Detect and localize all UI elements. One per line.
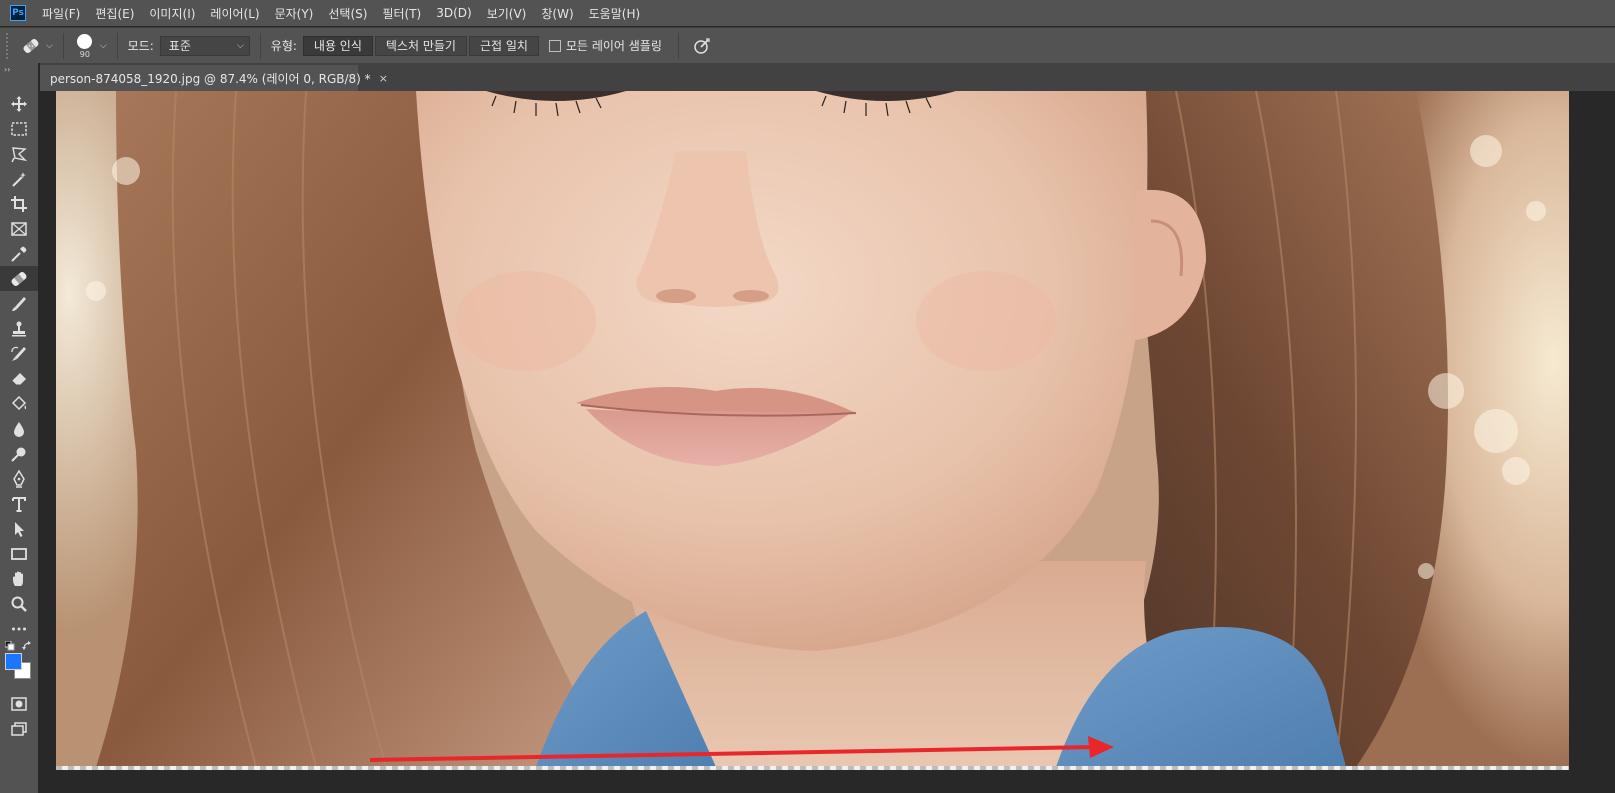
pen-tool-icon[interactable] <box>0 466 38 491</box>
clone-stamp-tool-icon[interactable] <box>0 316 38 341</box>
default-colors-icon[interactable] <box>5 641 15 651</box>
options-bar-grip[interactable] <box>6 32 10 59</box>
chevron-down-icon: ⌵ <box>99 40 107 51</box>
type-content-aware-button[interactable]: 내용 인식 <box>302 35 373 56</box>
quick-mask-icon[interactable] <box>0 691 38 716</box>
crop-tool-icon[interactable] <box>0 191 38 216</box>
divider <box>259 32 261 59</box>
menu-3d[interactable]: 3D(D) <box>436 6 471 20</box>
screen-mode-icon[interactable] <box>0 716 38 741</box>
menu-image[interactable]: 이미지(I) <box>149 5 195 22</box>
menu-help[interactable]: 도움말(H) <box>589 5 641 22</box>
marquee-tool-icon[interactable] <box>0 116 38 141</box>
canvas-transparency-strip <box>56 766 1569 770</box>
lasso-tool-icon[interactable] <box>0 141 38 166</box>
menu-layer[interactable]: 레이어(L) <box>210 5 259 22</box>
pressure-size-icon[interactable] <box>693 37 711 55</box>
eraser-tool-icon[interactable] <box>0 366 38 391</box>
document-tab-title: person-874058_1920.jpg @ 87.4% (레이어 0, R… <box>50 71 371 86</box>
menu-window[interactable]: 창(W) <box>541 5 573 22</box>
menu-file[interactable]: 파일(F) <box>42 5 80 22</box>
history-brush-tool-icon[interactable] <box>0 341 38 366</box>
brush-tip-icon <box>77 33 93 49</box>
chevron-down-icon: ⌵ <box>46 40 53 51</box>
sample-all-layers-label: 모든 레이어 샘플링 <box>565 39 662 53</box>
chevron-down-icon: ⌵ <box>236 40 244 51</box>
magic-wand-tool-icon[interactable] <box>0 166 38 191</box>
foreground-color-swatch[interactable] <box>5 653 22 670</box>
rectangle-tool-icon[interactable] <box>0 541 38 566</box>
brush-size-picker[interactable]: 90 ⌵ <box>74 31 107 61</box>
dodge-tool-icon[interactable] <box>0 441 38 466</box>
mode-value: 표준 <box>168 39 191 53</box>
canvas-area <box>40 91 1615 793</box>
move-tool-icon[interactable] <box>0 91 38 116</box>
mode-select[interactable]: 표준 ⌵ <box>159 35 250 56</box>
path-selection-tool-icon[interactable] <box>0 516 38 541</box>
canvas-pasteboard <box>1569 91 1615 793</box>
frame-tool-icon[interactable] <box>0 216 38 241</box>
divider <box>62 32 64 59</box>
menu-filter[interactable]: 필터(T) <box>382 5 421 22</box>
photoshop-logo-icon: Ps <box>10 5 26 21</box>
menu-type[interactable]: 문자(Y) <box>275 5 314 22</box>
document-tab-bar: person-874058_1920.jpg @ 87.4% (레이어 0, R… <box>40 63 1615 91</box>
tools-panel: ›› <box>0 63 38 793</box>
brush-size-value: 90 <box>79 49 90 59</box>
blur-tool-icon[interactable] <box>0 416 38 441</box>
type-tool-icon[interactable] <box>0 491 38 516</box>
more-tools-icon[interactable] <box>0 616 38 641</box>
swap-colors-icon[interactable] <box>22 641 32 651</box>
options-bar: ⌵ 90 ⌵ 모드: 표준 ⌵ 유형: 내용 인식 텍스처 만들기 근접 일치 … <box>0 27 1615 63</box>
hand-tool-icon[interactable] <box>0 566 38 591</box>
sample-all-layers-checkbox[interactable] <box>548 39 561 52</box>
divider <box>677 32 679 59</box>
type-create-texture-button[interactable]: 텍스처 만들기 <box>374 35 467 56</box>
divider <box>116 32 118 59</box>
spot-healing-brush-icon <box>23 38 39 53</box>
expand-panel-icon[interactable]: ›› <box>0 63 38 75</box>
menu-view[interactable]: 보기(V) <box>487 5 527 22</box>
menu-select[interactable]: 선택(S) <box>328 5 367 22</box>
type-proximity-match-button[interactable]: 근접 일치 <box>468 35 539 56</box>
document-canvas[interactable] <box>56 91 1569 767</box>
paint-bucket-tool-icon[interactable] <box>0 391 38 416</box>
close-icon[interactable]: × <box>379 72 388 85</box>
color-swatches <box>0 641 38 691</box>
document-tab[interactable]: person-874058_1920.jpg @ 87.4% (레이어 0, R… <box>40 65 388 91</box>
portrait-photo <box>56 91 1569 767</box>
menu-edit[interactable]: 편집(E) <box>95 5 134 22</box>
type-segmented-control: 내용 인식 텍스처 만들기 근접 일치 <box>302 35 541 56</box>
spot-healing-brush-tool-icon[interactable] <box>0 266 38 291</box>
zoom-tool-icon[interactable] <box>0 591 38 616</box>
brush-tool-icon[interactable] <box>0 291 38 316</box>
menu-bar: Ps 파일(F) 편집(E) 이미지(I) 레이어(L) 문자(Y) 선택(S)… <box>0 0 1615 26</box>
type-label: 유형: <box>270 39 297 53</box>
eyedropper-tool-icon[interactable] <box>0 241 38 266</box>
tool-preset-picker[interactable]: ⌵ <box>20 35 53 57</box>
mode-label: 모드: <box>127 39 154 53</box>
